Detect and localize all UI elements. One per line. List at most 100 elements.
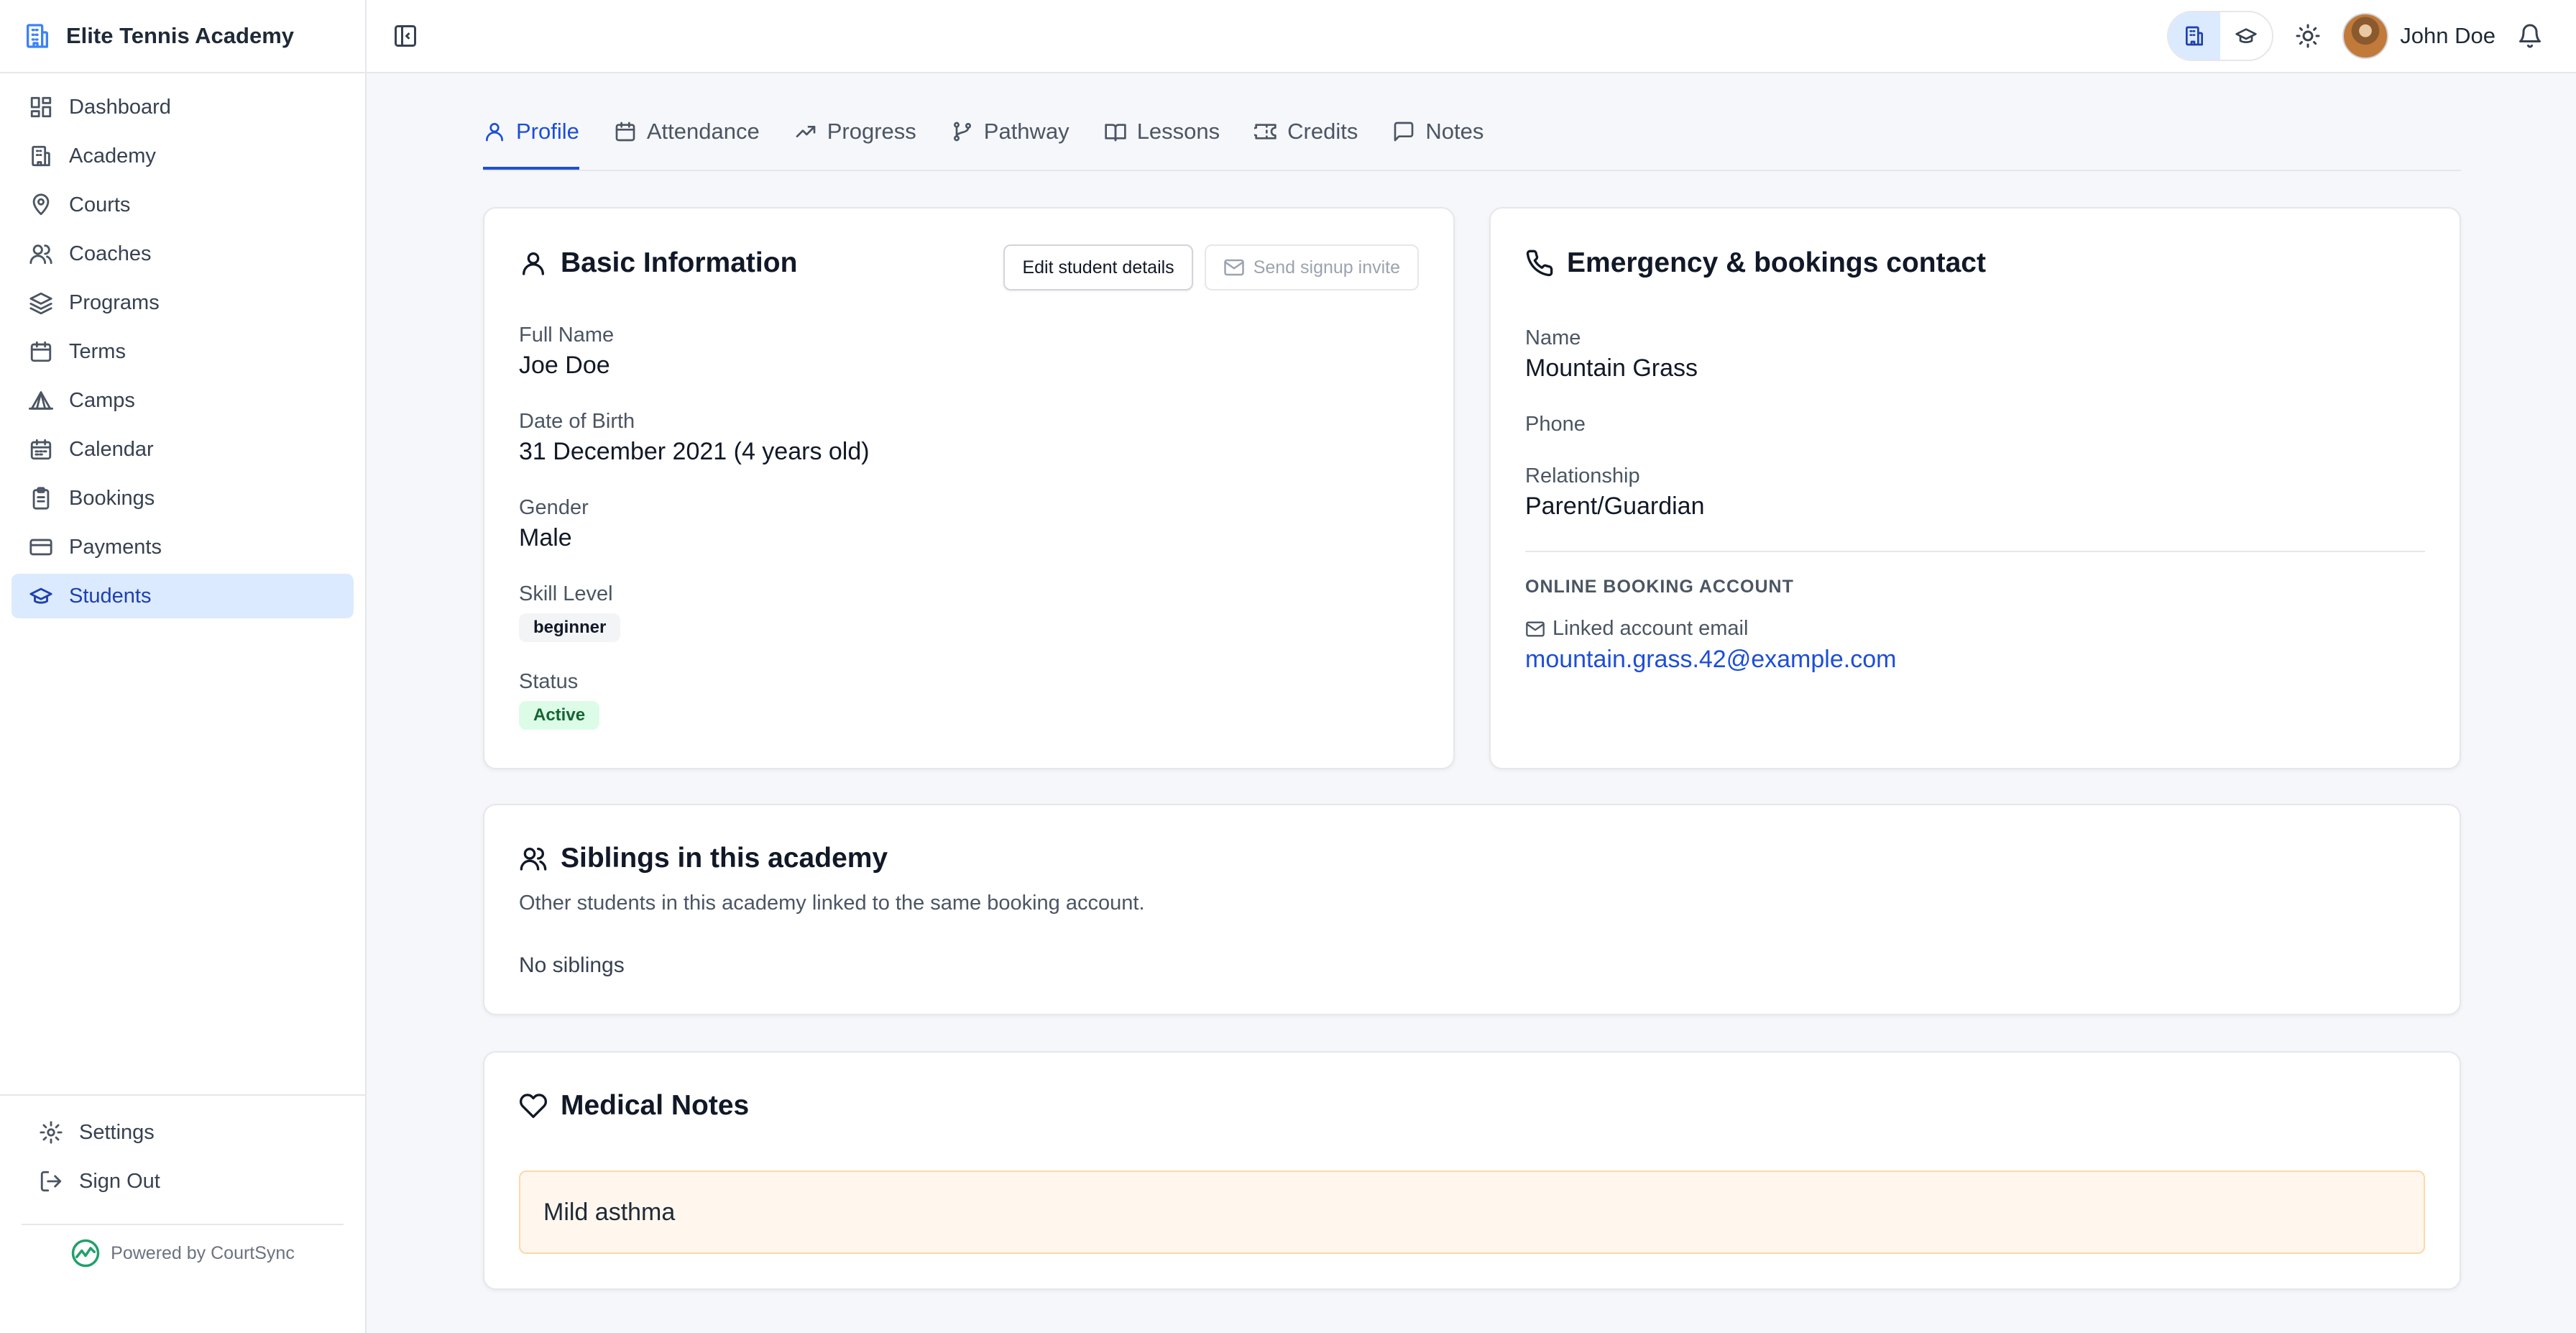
- basic-information-card: Basic Information Edit student details S…: [483, 207, 1455, 769]
- log-out-icon: [39, 1169, 63, 1194]
- mail-icon: [1526, 621, 1545, 636]
- tab-pathway[interactable]: Pathway: [951, 99, 1070, 170]
- dob-label: Date of Birth: [519, 410, 635, 433]
- sidebar-nav: Dashboard Academy Courts Coaches Program…: [0, 73, 365, 634]
- powered-by[interactable]: Powered by CourtSync: [22, 1224, 344, 1281]
- tab-label: Pathway: [983, 119, 1070, 144]
- status-badge: Active: [519, 701, 600, 730]
- bell-icon[interactable]: [2517, 23, 2543, 49]
- building-icon: [29, 144, 53, 168]
- sidebar-toggle-icon[interactable]: [392, 23, 418, 49]
- message-square-icon: [1394, 122, 1414, 142]
- graduation-cap-icon: [2235, 28, 2257, 43]
- full-name-field: Full Name Joe Doe: [519, 324, 614, 380]
- main-content: Profile Attendance Progress Pathway Less…: [483, 73, 2461, 171]
- settings-link[interactable]: Settings: [22, 1110, 344, 1155]
- tab-credits[interactable]: Credits: [1254, 99, 1358, 170]
- tent-icon: [29, 388, 53, 413]
- sidebar-item-payments[interactable]: Payments: [12, 525, 354, 569]
- edit-student-button[interactable]: Edit student details: [1003, 244, 1193, 290]
- linked-email-link[interactable]: mountain.grass.42@example.com: [1525, 646, 1896, 674]
- tab-lessons[interactable]: Lessons: [1104, 99, 1220, 170]
- card-title: Medical Notes: [561, 1090, 750, 1121]
- layers-icon: [29, 290, 53, 315]
- basic-info-header: Basic Information: [519, 247, 797, 279]
- theme-toggle-icon[interactable]: [2295, 23, 2321, 49]
- users-icon: [520, 848, 547, 871]
- academy-view-button[interactable]: [2168, 12, 2221, 60]
- user-menu[interactable]: John Doe: [2342, 13, 2496, 59]
- skill-level-field: Skill Level beginner: [519, 582, 621, 642]
- gender-field: Gender Male: [519, 496, 589, 552]
- settings-label: Settings: [79, 1120, 155, 1144]
- credit-card-icon: [29, 535, 53, 559]
- tab-notes[interactable]: Notes: [1392, 99, 1484, 170]
- contact-name-field: Name Mountain Grass: [1525, 326, 1698, 383]
- users-icon: [29, 242, 53, 266]
- contact-name-value: Mountain Grass: [1525, 354, 1698, 382]
- sidebar-item-label: Students: [69, 584, 152, 608]
- student-view-button[interactable]: [2220, 12, 2272, 60]
- emergency-contact-card: Emergency & bookings contact Name Mounta…: [1489, 207, 2461, 769]
- avatar: [2342, 13, 2389, 59]
- sidebar-item-coaches[interactable]: Coaches: [12, 232, 354, 276]
- sidebar-item-programs[interactable]: Programs: [12, 280, 354, 325]
- divider: [1525, 551, 2425, 552]
- calendar-icon: [29, 339, 53, 364]
- dashboard-icon: [29, 95, 53, 119]
- graduation-cap-icon: [29, 584, 53, 608]
- status-field: Status Active: [519, 670, 600, 730]
- linked-email-label-row: Linked account email: [1525, 617, 1748, 641]
- sidebar-item-label: Courts: [69, 193, 131, 216]
- tab-label: Lessons: [1136, 119, 1220, 144]
- brand[interactable]: Elite Tennis Academy: [0, 0, 365, 73]
- trending-up-icon: [796, 126, 816, 137]
- sidebar-item-calendar[interactable]: Calendar: [12, 427, 354, 472]
- map-pin-icon: [29, 193, 53, 217]
- user-name: John Doe: [2400, 23, 2496, 48]
- powered-by-text: Powered by CourtSync: [111, 1242, 295, 1263]
- skill-level-label: Skill Level: [519, 582, 613, 605]
- send-invite-label: Send signup invite: [1253, 257, 1400, 278]
- view-switcher: [2167, 11, 2274, 61]
- sidebar-item-camps[interactable]: Camps: [12, 378, 354, 423]
- dob-value: 31 December 2021 (4 years old): [519, 438, 870, 465]
- sidebar-item-label: Academy: [69, 144, 156, 168]
- sign-out-link[interactable]: Sign Out: [22, 1159, 344, 1204]
- tab-attendance[interactable]: Attendance: [614, 99, 760, 170]
- topbar-actions: John Doe: [2167, 11, 2543, 61]
- gear-icon: [39, 1120, 63, 1145]
- courtsync-logo-icon: [70, 1238, 101, 1268]
- sidebar-item-label: Camps: [69, 388, 135, 412]
- sign-out-label: Sign Out: [79, 1169, 160, 1193]
- tab-progress[interactable]: Progress: [794, 99, 916, 170]
- phone-icon: [1526, 249, 1553, 277]
- tab-profile[interactable]: Profile: [483, 99, 579, 170]
- gender-value: Male: [519, 524, 572, 551]
- sidebar: Elite Tennis Academy Dashboard Academy C…: [0, 0, 367, 1333]
- dob-field: Date of Birth 31 December 2021 (4 years …: [519, 410, 870, 466]
- sidebar-item-students[interactable]: Students: [12, 574, 354, 618]
- contact-phone-field: Phone: [1525, 413, 1586, 436]
- basic-info-actions: Edit student details Send signup invite: [1003, 244, 1419, 290]
- card-title: Emergency & bookings contact: [1567, 247, 1986, 278]
- full-name-value: Joe Doe: [519, 352, 610, 379]
- sidebar-item-academy[interactable]: Academy: [12, 134, 354, 178]
- sidebar-item-label: Programs: [69, 290, 160, 314]
- sidebar-item-bookings[interactable]: Bookings: [12, 476, 354, 521]
- siblings-subtitle: Other students in this academy linked to…: [519, 892, 1145, 915]
- sidebar-item-courts[interactable]: Courts: [12, 183, 354, 227]
- siblings-empty-text: No siblings: [519, 953, 625, 977]
- sidebar-item-label: Payments: [69, 535, 162, 559]
- building-icon: [2186, 26, 2204, 46]
- topbar: John Doe: [367, 0, 2576, 73]
- sidebar-item-dashboard[interactable]: Dashboard: [12, 85, 354, 129]
- send-signup-invite-button[interactable]: Send signup invite: [1204, 244, 1419, 290]
- sidebar-item-label: Calendar: [69, 437, 154, 461]
- tab-label: Profile: [516, 119, 579, 144]
- medical-note-box: Mild asthma: [519, 1171, 2425, 1254]
- siblings-card: Siblings in this academy Other students …: [483, 804, 2461, 1015]
- book-open-icon: [1105, 124, 1126, 142]
- building-icon: [23, 22, 52, 50]
- sidebar-item-terms[interactable]: Terms: [12, 329, 354, 374]
